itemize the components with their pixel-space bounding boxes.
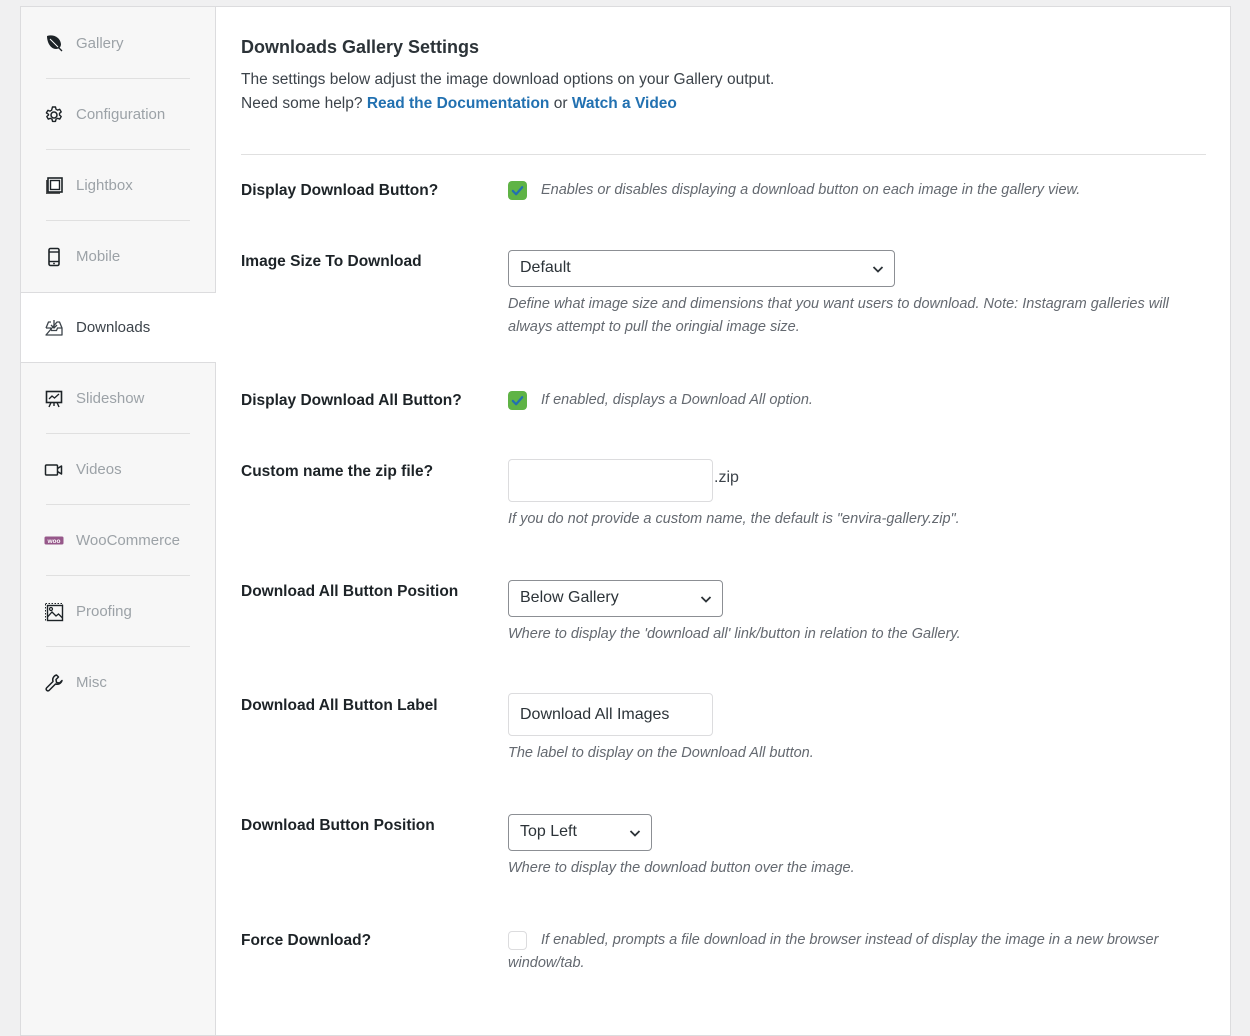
select-value: Default	[520, 259, 571, 276]
description-text: The settings below adjust the image down…	[241, 71, 775, 88]
select-value: Below Gallery	[520, 589, 619, 606]
sidebar-item-label: Gallery	[76, 34, 124, 52]
download-all-position-select[interactable]: Below Gallery	[508, 580, 723, 617]
help-prefix: Need some help?	[241, 95, 363, 112]
chevron-down-icon	[700, 596, 712, 603]
setting-field: .zip If you do not provide a custom name…	[508, 459, 1206, 531]
settings-content: Downloads Gallery Settings The settings …	[216, 7, 1230, 1035]
setting-help: Where to display the 'download all' link…	[508, 626, 961, 642]
force-download-checkbox[interactable]	[508, 931, 527, 950]
setting-label: Download All Button Label	[241, 697, 438, 714]
setting-field: Below Gallery Where to display the 'down…	[508, 580, 1206, 646]
zip-suffix: .zip	[714, 469, 739, 486]
setting-label: Download All Button Position	[241, 583, 459, 600]
image-size-select[interactable]: Default	[508, 250, 895, 287]
settings-panel: Gallery Configuration Lightbox Mobile Do…	[20, 6, 1231, 1036]
checkmark-icon	[511, 396, 524, 406]
display-download-button-checkbox[interactable]	[508, 181, 527, 200]
leaf-icon	[44, 33, 64, 53]
sidebar-item-misc[interactable]: Misc	[21, 647, 215, 718]
woo-icon: woo	[44, 531, 64, 551]
setting-field: The label to display on the Download All…	[508, 693, 1206, 765]
chevron-down-icon	[629, 830, 641, 837]
sidebar-item-mobile[interactable]: Mobile	[21, 221, 215, 292]
setting-field: If enabled, displays a Download All opti…	[508, 389, 1206, 412]
sidebar-item-slideshow[interactable]: Slideshow	[21, 363, 215, 434]
download-tray-icon	[44, 318, 64, 338]
setting-help: Enables or disables displaying a downloa…	[541, 182, 1081, 198]
setting-help: Define what image size and dimensions th…	[508, 296, 1169, 335]
setting-help: If you do not provide a custom name, the…	[508, 511, 960, 527]
setting-label: Force Download?	[241, 932, 372, 949]
sidebar-item-videos[interactable]: Videos	[21, 434, 215, 505]
sidebar-item-label: Mobile	[76, 248, 121, 265]
setting-help: If enabled, prompts a file download in t…	[508, 932, 1159, 972]
chevron-down-icon	[872, 266, 884, 273]
display-download-all-checkbox[interactable]	[508, 391, 527, 410]
select-value: Top Left	[520, 823, 577, 840]
video-camera-icon	[44, 460, 64, 480]
setting-help: The label to display on the Download All…	[508, 745, 814, 761]
setting-field: Enables or disables displaying a downloa…	[508, 179, 1206, 202]
help-line: Need some help? Read the Documentation o…	[241, 92, 1206, 116]
sidebar-item-woocommerce[interactable]: woo WooCommerce	[21, 505, 215, 576]
sidebar-item-label: Videos	[76, 461, 122, 478]
sidebar-item-gallery[interactable]: Gallery	[21, 7, 215, 79]
sidebar-item-proofing[interactable]: Proofing	[21, 576, 215, 647]
download-all-label-input[interactable]	[508, 693, 713, 736]
documentation-link[interactable]: Read the Documentation	[367, 95, 550, 112]
setting-field: Top Left Where to display the download b…	[508, 814, 1206, 880]
setting-label: Custom name the zip file?	[241, 463, 434, 480]
page-title: Downloads Gallery Settings	[241, 37, 480, 57]
checkmark-icon	[511, 186, 524, 196]
lightbox-icon	[44, 176, 64, 196]
download-button-position-select[interactable]: Top Left	[508, 814, 652, 851]
sidebar-item-label: Lightbox	[76, 177, 133, 194]
sidebar-item-label: Proofing	[76, 603, 132, 620]
svg-text:woo: woo	[47, 538, 61, 545]
image-proof-icon	[44, 602, 64, 622]
sidebar-item-label: Configuration	[76, 106, 166, 123]
sidebar-item-label: WooCommerce	[76, 532, 180, 549]
setting-help: If enabled, displays a Download All opti…	[541, 392, 813, 408]
page-description: The settings below adjust the image down…	[241, 68, 1206, 116]
sidebar-item-label: Misc	[76, 674, 107, 691]
watch-video-link[interactable]: Watch a Video	[572, 95, 677, 112]
sidebar-item-label: Downloads	[76, 319, 151, 336]
presentation-icon	[44, 389, 64, 409]
sidebar-item-lightbox[interactable]: Lightbox	[21, 150, 215, 221]
setting-field: Default Define what image size and dimen…	[508, 250, 1206, 339]
setting-label: Image Size To Download	[241, 253, 422, 270]
or-text: or	[553, 95, 568, 112]
wrench-icon	[44, 673, 64, 693]
setting-label: Display Download All Button?	[241, 392, 462, 409]
settings-sidebar: Gallery Configuration Lightbox Mobile Do…	[21, 7, 216, 1035]
sidebar-item-label: Slideshow	[76, 390, 145, 407]
sidebar-item-downloads[interactable]: Downloads	[21, 292, 216, 363]
setting-help: Where to display the download button ove…	[508, 860, 855, 876]
setting-label: Download Button Position	[241, 817, 435, 834]
sidebar-item-configuration[interactable]: Configuration	[21, 79, 215, 150]
section-divider	[241, 154, 1206, 155]
mobile-icon	[44, 247, 64, 267]
setting-label: Display Download Button?	[241, 182, 439, 199]
gear-icon	[44, 105, 64, 125]
zip-name-input[interactable]	[508, 459, 713, 502]
setting-field: If enabled, prompts a file download in t…	[508, 929, 1206, 976]
